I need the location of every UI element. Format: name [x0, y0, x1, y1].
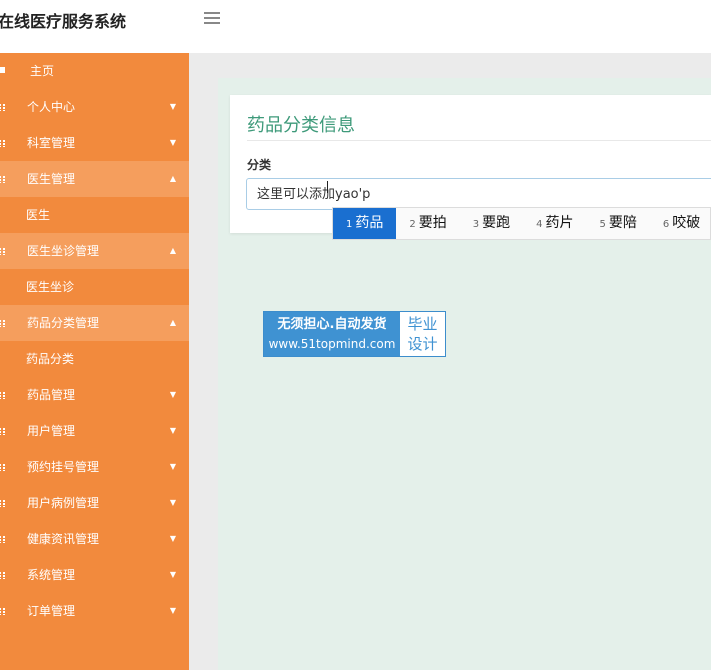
sidebar-item-label: 药品管理	[27, 388, 76, 402]
ime-candidate-text: 药品	[355, 215, 384, 231]
sidebar-item-11[interactable]: 订单管理 ▼	[0, 593, 189, 629]
sidebar-item-home[interactable]: 主页	[0, 53, 189, 89]
sidebar-item-label: 科室管理	[27, 136, 76, 150]
sidebar-item-label: 系统管理	[27, 568, 76, 582]
grid-icon	[0, 428, 5, 435]
ime-candidate-number: 3	[472, 219, 480, 230]
app-title: 在线医疗服务系统	[0, 12, 127, 31]
ime-candidate-number: 5	[599, 219, 606, 230]
grid-icon	[0, 248, 5, 255]
category-input[interactable]: 这里可以添加yao'p	[246, 178, 711, 210]
sidebar-item-10[interactable]: 系统管理 ▼	[0, 557, 189, 593]
grid-icon	[0, 464, 5, 471]
text-cursor-icon	[327, 181, 328, 193]
ime-candidate-text: 要陪	[608, 215, 637, 231]
sidebar-item-label: 医生管理	[27, 172, 76, 186]
sidebar-item-label: 用户病例管理	[27, 496, 100, 510]
sidebar-item-9[interactable]: 健康资讯管理 ▼	[0, 521, 189, 557]
sidebar-item-label: 医生坐诊管理	[27, 244, 100, 258]
chevron-down-icon: ▼	[169, 606, 176, 615]
chevron-down-icon: ▼	[169, 570, 176, 579]
watermark-line1: 无须担心.自动发货	[277, 317, 387, 332]
sidebar-item-label: 订单管理	[27, 604, 76, 618]
ime-candidate-text: 要跑	[482, 215, 511, 231]
chevron-down-icon: ▼	[169, 498, 176, 507]
chevron-up-icon: ▲	[169, 318, 176, 327]
watermark-right1: 毕业	[407, 315, 438, 333]
sidebar-subitem[interactable]: 医生	[0, 197, 189, 233]
chevron-up-icon: ▲	[169, 174, 176, 183]
home-icon	[0, 67, 5, 73]
sidebar-item-label: 个人中心	[27, 100, 76, 114]
ime-candidate[interactable]: 3 要跑	[460, 208, 523, 239]
sidebar-item-label: 药品分类管理	[27, 316, 100, 330]
sidebar-item-2[interactable]: 医生管理 ▲	[0, 161, 189, 197]
divider	[247, 140, 711, 141]
watermark-logo: 无须担心.自动发货 www.51topmind.com 毕业 设计	[263, 311, 446, 357]
ime-candidate[interactable]: 4 药片	[523, 208, 586, 239]
sidebar-item-label: 健康资讯管理	[27, 532, 100, 546]
ime-candidate-number: 2	[409, 219, 416, 230]
ime-candidate[interactable]: 6 咬破	[650, 208, 710, 239]
chevron-down-icon: ▼	[169, 534, 176, 543]
grid-icon	[0, 608, 5, 615]
sidebar-item-5[interactable]: 药品管理 ▼	[0, 377, 189, 413]
sidebar-item-label: 主页	[30, 64, 55, 78]
chevron-down-icon: ▼	[169, 462, 176, 471]
sidebar-item-7[interactable]: 预约挂号管理 ▼	[0, 449, 189, 485]
grid-icon	[0, 320, 5, 327]
sidebar-item-label: 预约挂号管理	[27, 460, 100, 474]
ime-candidate-text: 要拍	[418, 215, 447, 231]
hamburger-menu-icon[interactable]	[204, 12, 220, 26]
ime-candidate-text: 咬破	[672, 215, 701, 231]
chevron-down-icon: ▼	[169, 138, 176, 147]
ime-candidate-number: 1	[346, 219, 353, 230]
ime-candidate[interactable]: 1 药品	[333, 208, 397, 239]
sidebar-subitem[interactable]: 药品分类	[0, 341, 189, 377]
sidebar-subitem[interactable]: 医生坐诊	[0, 269, 189, 305]
ime-candidate-number: 6	[662, 219, 670, 230]
sidebar-item-3[interactable]: 医生坐诊管理 ▲	[0, 233, 189, 269]
grid-icon	[0, 536, 5, 543]
chevron-down-icon: ▼	[169, 426, 176, 435]
ime-candidate-text: 药片	[545, 215, 574, 231]
chevron-up-icon: ▲	[169, 246, 176, 255]
sidebar-item-8[interactable]: 用户病例管理 ▼	[0, 485, 189, 521]
watermark-right2: 设计	[407, 335, 438, 353]
top-header: 在线医疗服务系统	[0, 0, 711, 53]
form-title: 药品分类信息	[247, 115, 355, 136]
grid-icon	[0, 572, 5, 579]
sidebar-item-0[interactable]: 个人中心 ▼	[0, 89, 189, 125]
grid-icon	[0, 140, 5, 147]
grid-icon	[0, 104, 5, 111]
sidebar-item-label: 用户管理	[27, 424, 76, 438]
grid-icon	[0, 392, 5, 399]
grid-icon	[0, 176, 5, 183]
chevron-down-icon: ▼	[169, 390, 176, 399]
grid-icon	[0, 500, 5, 507]
ime-candidate-bar: 1 药品 2 要拍 3 要跑 4 药片 5 要陪 6 咬破	[332, 207, 711, 240]
sidebar-item-4[interactable]: 药品分类管理 ▲	[0, 305, 189, 341]
watermark-url: www.51topmind.com	[268, 337, 396, 351]
ime-candidate[interactable]: 2 要拍	[396, 208, 459, 239]
ime-candidate-number: 4	[536, 219, 543, 230]
category-field-label: 分类	[247, 158, 272, 172]
sidebar-item-6[interactable]: 用户管理 ▼	[0, 413, 189, 449]
sidebar: 主页 个人中心 ▼ 科室管理 ▼ 医生管理 ▲ 医生 医生坐诊管理 ▲ 医生坐诊 药品分类管理 ▲ 药品…	[0, 53, 189, 670]
chevron-down-icon: ▼	[169, 102, 176, 111]
ime-candidate[interactable]: 5 要陪	[587, 208, 650, 239]
sidebar-item-1[interactable]: 科室管理 ▼	[0, 125, 189, 161]
